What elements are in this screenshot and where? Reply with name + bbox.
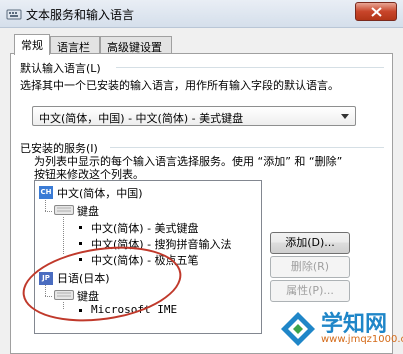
default-language-description: 选择其中一个已安装的输入语言，用作所有输入字段的默认语言。 xyxy=(20,79,339,92)
tree-connector xyxy=(63,302,64,310)
properties-button[interactable]: 属性(P)... xyxy=(270,280,350,302)
brand-logo-icon xyxy=(281,312,315,346)
list-bullet xyxy=(79,226,82,229)
close-button[interactable] xyxy=(355,2,397,21)
default-language-group-label: 默认输入语言(L) xyxy=(20,62,101,75)
tab-language-bar[interactable]: 语言栏 xyxy=(50,36,100,54)
chevron-down-icon xyxy=(341,114,349,119)
watermark: 学知网 www.jmqz1000.com xyxy=(275,306,403,350)
tree-node-japanese-keyboard[interactable]: 键盘 xyxy=(77,288,99,304)
tree-item-sogou-pinyin[interactable]: 中文(简体) - 搜狗拼音输入法 xyxy=(91,236,232,252)
tree-connector xyxy=(45,211,53,212)
japanese-language-icon: JP xyxy=(39,272,53,285)
keyboard-icon xyxy=(54,290,74,300)
title-bar: 文本服务和输入语言 xyxy=(0,0,403,28)
group-divider xyxy=(116,67,384,68)
keyboard-icon xyxy=(54,205,74,215)
tree-node-chinese[interactable]: 中文(简体，中国) xyxy=(57,185,143,201)
default-language-select[interactable]: 中文(简体，中国) - 中文(简体) - 美式键盘 xyxy=(32,106,356,126)
list-bullet xyxy=(79,309,82,312)
watermark-url: www.jmqz1000.com xyxy=(321,334,403,345)
default-language-value: 中文(简体，中国) - 中文(简体) - 美式键盘 xyxy=(39,112,244,125)
tab-general[interactable]: 常规 xyxy=(14,34,50,55)
tree-node-japanese[interactable]: 日语(日本) xyxy=(57,270,110,286)
tree-item-us-keyboard[interactable]: 中文(简体) - 美式键盘 xyxy=(91,220,199,236)
tree-item-microsoft-ime[interactable]: Microsoft IME xyxy=(91,303,177,316)
window-title: 文本服务和输入语言 xyxy=(26,8,135,22)
tab-advanced-key-settings[interactable]: 高级键设置 xyxy=(100,36,172,54)
tree-node-chinese-keyboard[interactable]: 键盘 xyxy=(77,203,99,219)
close-icon xyxy=(371,7,382,17)
tree-item-jidian-wubi[interactable]: 中文(简体) - 极点五笔 xyxy=(91,252,199,268)
tree-connector xyxy=(63,217,64,255)
tree-connector xyxy=(45,296,53,297)
chinese-language-icon: CH xyxy=(39,186,53,199)
installed-services-tree[interactable]: CH 中文(简体，中国) 键盘 中文(简体) - 美式键盘 中文(简体) - 搜… xyxy=(34,180,262,334)
list-bullet xyxy=(79,258,82,261)
list-bullet xyxy=(79,242,82,245)
add-button[interactable]: 添加(D)... xyxy=(270,232,350,254)
remove-button[interactable]: 删除(R) xyxy=(270,256,350,278)
keyboard-icon xyxy=(6,9,22,20)
group-divider xyxy=(110,147,384,148)
